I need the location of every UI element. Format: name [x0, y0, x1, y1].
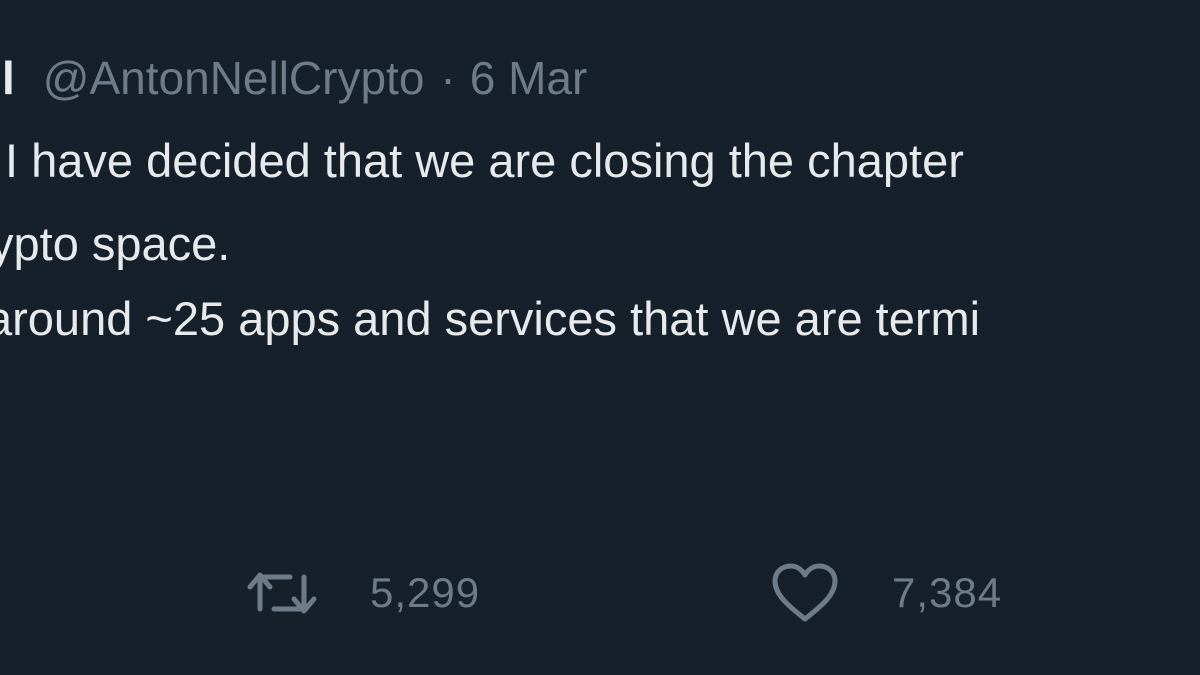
header-separator: · [440, 52, 456, 104]
user-handle[interactable]: @AntonNellCrypto [43, 52, 425, 104]
tweet-header: l @AntonNellCrypto · 6 Mar [0, 48, 587, 108]
tweet-text-line-1: I have decided that we are closing the c… [5, 134, 964, 187]
tweet-date[interactable]: 6 Mar [470, 52, 588, 104]
retweet-button[interactable]: 5,299 [246, 558, 480, 628]
tweet-card: l @AntonNellCrypto · 6 Mar I have decided t… [0, 0, 1200, 675]
like-button[interactable]: 7,384 [770, 558, 1002, 628]
display-name[interactable]: l [2, 52, 15, 104]
tweet-text-line-3: around ~25 apps and services that we are… [0, 292, 981, 345]
tweet-text-line-2: ypto space. [0, 217, 231, 270]
heart-icon[interactable] [770, 562, 840, 624]
retweet-count: 5,299 [370, 569, 481, 616]
like-count: 7,384 [892, 569, 1003, 616]
retweet-icon[interactable] [246, 563, 318, 623]
